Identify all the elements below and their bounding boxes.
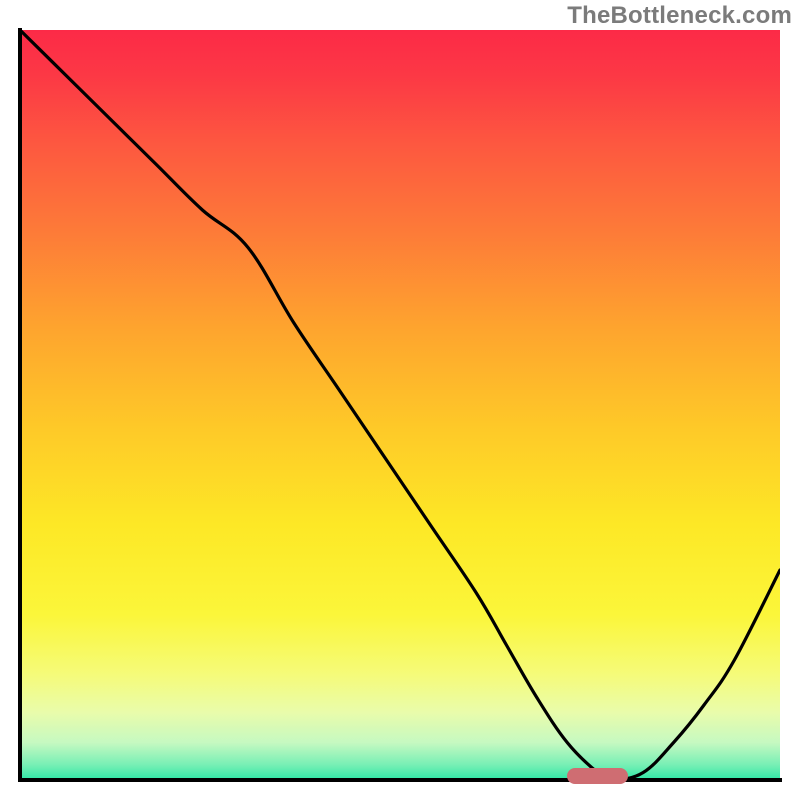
y-axis-line: [18, 28, 22, 782]
plot-gradient-background: [20, 30, 780, 780]
optimal-range-marker: [567, 768, 628, 784]
watermark-text: TheBottleneck.com: [567, 2, 792, 30]
chart-container: TheBottleneck.com: [0, 0, 800, 800]
x-axis-line: [18, 778, 782, 782]
